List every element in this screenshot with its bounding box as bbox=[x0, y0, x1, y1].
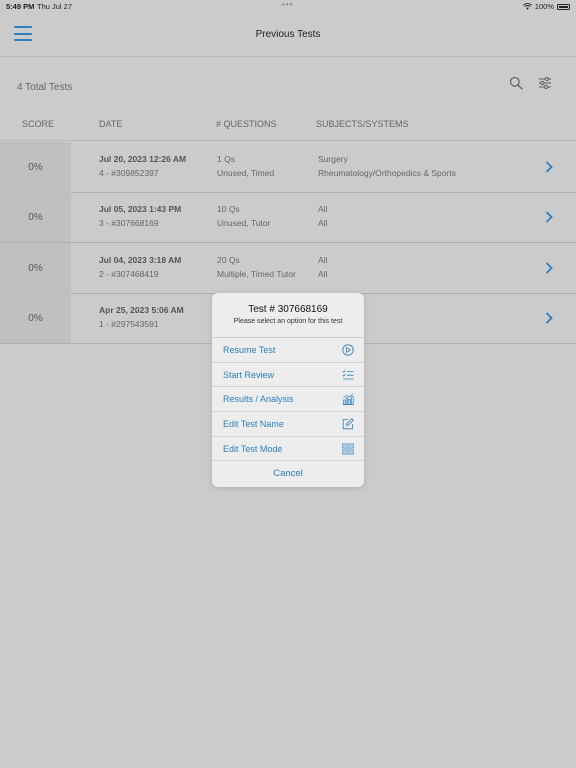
table-row[interactable]: 0% Jul 04, 2023 3:18 AM 2 - #307468419 2… bbox=[0, 243, 576, 294]
date-cell: Jul 20, 2023 12:26 AM 4 - #309852397 bbox=[99, 153, 186, 180]
option-label: Resume Test bbox=[223, 345, 276, 355]
score-cell: 0% bbox=[0, 293, 71, 343]
popup-subtitle: Please select an option for this test bbox=[233, 318, 343, 325]
questions-cell: 10 Qs Unused, Tutor bbox=[217, 203, 270, 230]
edit-test-name-option[interactable]: Edit Test Name bbox=[212, 412, 364, 437]
cancel-button[interactable]: Cancel bbox=[212, 461, 364, 485]
test-mode: Unused, Tutor bbox=[217, 217, 271, 228]
score-cell: 0% bbox=[0, 142, 71, 192]
test-id: 3 - #307668169 bbox=[99, 217, 159, 228]
filter-icon[interactable] bbox=[538, 76, 552, 90]
popup-header: Test # 307668169 Please select an option… bbox=[212, 293, 364, 338]
subjects-cell: Surgery Rheumatology/Orthopedics & Sport… bbox=[318, 153, 456, 180]
search-icon[interactable] bbox=[509, 76, 523, 90]
question-count: 20 Qs bbox=[217, 255, 240, 265]
battery-percent: 100% bbox=[534, 2, 554, 11]
resume-test-option[interactable]: Resume Test bbox=[212, 338, 364, 363]
edit-test-mode-option[interactable]: Edit Test Mode bbox=[212, 437, 364, 462]
mode-icon bbox=[342, 443, 354, 455]
test-date: Jul 05, 2023 1:43 PM bbox=[99, 204, 182, 214]
nav-bar: Previous Tests bbox=[0, 14, 576, 57]
chevron-right-icon[interactable] bbox=[545, 161, 553, 173]
score-cell: 0% bbox=[0, 192, 71, 242]
test-id: 2 - #307468419 bbox=[99, 268, 159, 279]
play-circle-icon bbox=[342, 344, 354, 356]
wifi-icon bbox=[522, 3, 532, 10]
col-questions[interactable]: # QUESTIONS bbox=[216, 119, 277, 129]
option-label: Start Review bbox=[223, 369, 275, 380]
date-cell: Apr 25, 2023 5:06 AM 1 - #297543591 bbox=[99, 304, 184, 331]
question-count: 10 Qs bbox=[217, 204, 240, 214]
test-mode: Multiple, Timed Tutor bbox=[217, 268, 296, 279]
test-options-popup: Test # 307668169 Please select an option… bbox=[212, 293, 364, 487]
system-line: Rheumatology/Orthopedics & Sports bbox=[318, 167, 456, 178]
edit-icon bbox=[342, 418, 354, 430]
popup-title: Test # 307668169 bbox=[248, 304, 328, 315]
col-subjects[interactable]: SUBJECTS/SYSTEMS bbox=[316, 119, 409, 129]
test-date: Jul 20, 2023 12:26 AM bbox=[99, 154, 187, 164]
table-row[interactable]: 0% Jul 20, 2023 12:26 AM 4 - #309852397 … bbox=[0, 142, 576, 193]
test-date: Apr 25, 2023 5:06 AM bbox=[99, 305, 184, 315]
page-title: Previous Tests bbox=[255, 29, 321, 40]
status-date: Thu Jul 27 bbox=[37, 2, 73, 11]
test-id: 4 - #309852397 bbox=[99, 167, 159, 178]
score-cell: 0% bbox=[0, 243, 71, 293]
bar-chart-icon bbox=[342, 393, 354, 406]
questions-cell: 20 Qs Multiple, Timed Tutor bbox=[217, 254, 296, 281]
date-cell: Jul 04, 2023 3:18 AM 2 - #307468419 bbox=[99, 254, 181, 281]
test-mode: Unused, Timed bbox=[217, 167, 275, 178]
start-review-option[interactable]: Start Review bbox=[212, 363, 364, 388]
battery-icon bbox=[557, 3, 570, 10]
option-label: Edit Test Name bbox=[223, 419, 284, 430]
subjects-cell: All All bbox=[318, 254, 327, 281]
test-id: 1 - #297543591 bbox=[99, 318, 159, 329]
subject-line: All bbox=[318, 255, 328, 265]
multitask-dots-icon[interactable]: ••• bbox=[282, 0, 293, 9]
option-label: Edit Test Mode bbox=[223, 443, 283, 454]
results-analysis-option[interactable]: Results / Analysis bbox=[212, 387, 364, 413]
question-count: 1 Qs bbox=[217, 154, 235, 164]
total-tests-label: 4 Total Tests bbox=[17, 82, 73, 93]
questions-cell: 1 Qs Unused, Timed bbox=[217, 153, 274, 180]
status-time: 5:49 PM bbox=[6, 2, 35, 11]
checklist-icon bbox=[342, 369, 354, 380]
subject-line: All bbox=[318, 204, 328, 214]
system-line: All bbox=[318, 268, 328, 279]
subjects-cell: All All bbox=[318, 203, 327, 230]
option-label: Results / Analysis bbox=[223, 394, 294, 405]
status-right: 100% bbox=[522, 2, 570, 11]
subject-line: Surgery bbox=[318, 154, 348, 164]
date-cell: Jul 05, 2023 1:43 PM 3 - #307668169 bbox=[99, 203, 181, 230]
table-header: SCORE DATE # QUESTIONS SUBJECTS/SYSTEMS bbox=[0, 114, 576, 141]
status-bar: 5:49 PM Thu Jul 27 ••• 100% bbox=[0, 0, 576, 14]
chevron-right-icon[interactable] bbox=[545, 262, 553, 274]
chevron-right-icon[interactable] bbox=[545, 312, 553, 324]
chevron-right-icon[interactable] bbox=[545, 211, 553, 223]
test-date: Jul 04, 2023 3:18 AM bbox=[99, 255, 182, 265]
col-date[interactable]: DATE bbox=[99, 119, 122, 129]
system-line: All bbox=[318, 217, 328, 228]
col-score[interactable]: SCORE bbox=[22, 119, 54, 129]
table-row[interactable]: 0% Jul 05, 2023 1:43 PM 3 - #307668169 1… bbox=[0, 192, 576, 243]
